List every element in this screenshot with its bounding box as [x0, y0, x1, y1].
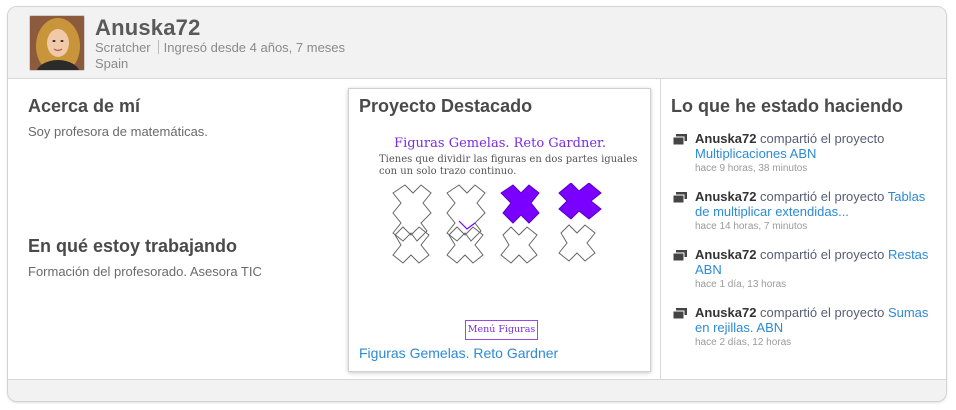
activity-column: Lo que he estado haciendo Anuska72 compa…: [661, 79, 946, 380]
activity-time: hace 1 día, 13 horas: [695, 279, 787, 290]
working-on-title: En qué estoy trabajando: [28, 236, 238, 256]
profile-footer: [8, 380, 946, 401]
activity-user[interactable]: Anuska72: [695, 131, 756, 146]
shape-3-lower: [500, 226, 538, 264]
featured-project-title: Proyecto Destacado: [359, 96, 533, 116]
activity-user[interactable]: Anuska72: [695, 189, 756, 204]
activity-time: hace 14 horas, 7 minutos: [695, 221, 808, 232]
activity-action: compartió el proyecto: [760, 189, 885, 204]
profile-body: Acerca de mí Soy profesora de matemática…: [8, 79, 946, 380]
bio-column: Acerca de mí Soy profesora de matemática…: [8, 79, 340, 380]
activity-action: compartió el proyecto: [760, 247, 885, 262]
user-location: Spain: [95, 56, 129, 71]
username: Anuska72: [95, 15, 201, 40]
meta-divider: [157, 40, 159, 54]
featured-project-box: Proyecto Destacado Figuras Gemelas. Reto…: [348, 88, 651, 372]
activity-item: Anuska72 compartió el proyecto Tablas de…: [673, 189, 941, 234]
puzzle-shapes: [392, 183, 602, 264]
profile-header: Anuska72 Scratcher Ingresó desde 4 años, …: [8, 7, 946, 79]
shape-3-filled: [500, 184, 540, 224]
activity-time: hace 2 días, 12 horas: [695, 337, 792, 348]
shared-project-icon: [673, 250, 687, 261]
thumbnail-title: Figuras Gemelas. Reto Gardner.: [394, 136, 606, 151]
about-title: Acerca de mí: [28, 96, 141, 116]
profile-card: Anuska72 Scratcher Ingresó desde 4 años, …: [7, 6, 947, 402]
featured-project-link[interactable]: Figuras Gemelas. Reto Gardner: [359, 345, 558, 361]
featured-project-thumbnail[interactable]: Figuras Gemelas. Reto Gardner. Tienes qu…: [359, 127, 641, 340]
activity-item: Anuska72 compartió el proyecto Multiplic…: [673, 131, 941, 176]
thumbnail-instruction-line-1: Tienes que dividir las figuras en dos pa…: [379, 154, 638, 165]
shape-4-lower: [558, 224, 596, 262]
activity-list: Anuska72 compartió el proyecto Multiplic…: [673, 131, 941, 363]
activity-action: compartió el proyecto: [760, 131, 885, 146]
activity-item: Anuska72 compartió el proyecto Restas AB…: [673, 247, 941, 292]
activity-project-link[interactable]: Multiplicaciones ABN: [695, 146, 816, 161]
avatar[interactable]: [29, 15, 85, 71]
working-on-text: Formación del profesorado. Asesora TIC: [28, 264, 262, 279]
thumbnail-instruction-line-2: con un solo trazo continuo.: [379, 166, 517, 177]
menu-figuras-button[interactable]: Menú Figuras: [465, 320, 538, 340]
shared-project-icon: [673, 134, 687, 145]
shared-project-icon: [673, 192, 687, 203]
activity-title: Lo que he estado haciendo: [671, 96, 904, 116]
activity-user[interactable]: Anuska72: [695, 305, 756, 320]
activity-time: hace 9 horas, 38 minutos: [695, 163, 808, 174]
activity-item: Anuska72 compartió el proyecto Sumas en …: [673, 305, 941, 350]
shared-project-icon: [673, 308, 687, 319]
user-role: Scratcher: [95, 40, 151, 55]
shape-4-filled: [558, 183, 602, 220]
activity-user[interactable]: Anuska72: [695, 247, 756, 262]
about-text: Soy profesora de matemáticas.: [28, 124, 208, 139]
profile-meta: Scratcher Ingresó desde 4 años, 7 meses: [95, 40, 345, 55]
join-date: Ingresó desde 4 años, 7 meses: [163, 40, 346, 55]
activity-action: compartió el proyecto: [760, 305, 885, 320]
